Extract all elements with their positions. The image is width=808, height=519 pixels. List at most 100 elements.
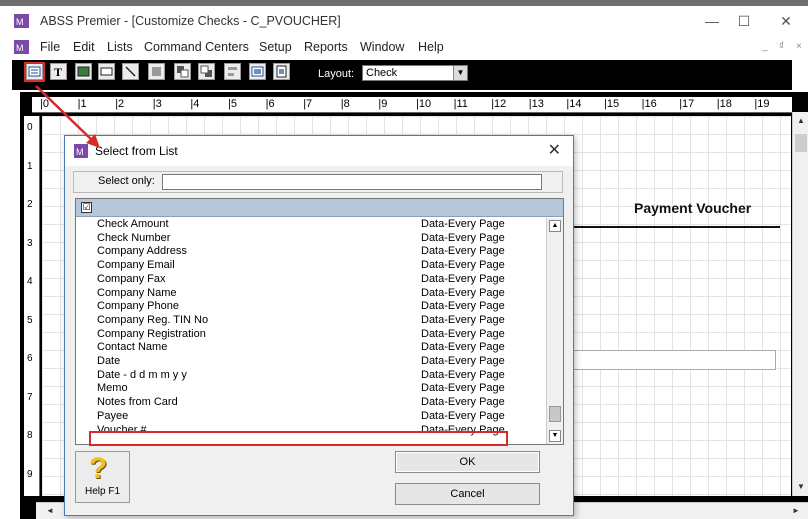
list-item-name: Company Fax (97, 272, 166, 285)
menu-bar: M File Edit Lists Command Centers Setup … (0, 36, 808, 58)
ok-button[interactable]: OK (395, 451, 540, 473)
layout-select[interactable]: Check ▼ (362, 65, 468, 81)
title-bar: M ABSS Premier - [Customize Checks - C_P… (0, 6, 808, 36)
help-button[interactable]: ? Help F1 (75, 451, 130, 503)
select-list-highlight (24, 62, 45, 82)
list-item[interactable]: Memo Data-Every Page (76, 382, 546, 396)
scroll-thumb[interactable] (795, 134, 807, 152)
list-item-type: Data-Every Page (421, 245, 505, 258)
menu-reports[interactable]: Reports (304, 40, 348, 54)
dialog-close-icon[interactable]: ✕ (548, 140, 561, 160)
dialog-title: Select from List (95, 144, 178, 158)
menu-help[interactable]: Help (418, 40, 444, 54)
list-item[interactable]: Contact Name Data-Every Page (76, 341, 546, 355)
ruler-left-label: 1 (27, 160, 33, 172)
list-item[interactable]: Company Name Data-Every Page (76, 287, 546, 301)
list-item-name: Contact Name (97, 341, 168, 354)
heading-underline[interactable] (560, 226, 780, 228)
list-scroll-down-icon[interactable]: ▼ (549, 430, 561, 442)
mdi-close-button[interactable]: × (796, 41, 802, 52)
maximize-button[interactable]: ☐ (724, 10, 764, 32)
list-item[interactable]: Company Email Data-Every Page (76, 259, 546, 273)
dialog-app-icon: M (74, 144, 88, 158)
page-icon[interactable] (273, 63, 290, 80)
line-icon[interactable] (122, 63, 139, 80)
list-item-name: Company Reg. TIN No (97, 313, 209, 326)
select-all-checkbox[interactable]: ☑ (81, 202, 92, 213)
layout-label: Layout: (318, 68, 355, 80)
list-scroll-thumb[interactable] (549, 406, 561, 422)
cancel-button[interactable]: Cancel (395, 483, 540, 505)
menu-edit[interactable]: Edit (73, 40, 95, 54)
form-field-box[interactable] (566, 350, 776, 370)
select-only-input[interactable] (162, 174, 542, 190)
ruler-left-label: 9 (27, 468, 33, 480)
list-item-type: Data-Every Page (421, 259, 505, 272)
close-button[interactable]: ✕ (766, 10, 806, 32)
list-item-name: Company Address (97, 245, 187, 258)
list-item-type: Data-Every Page (421, 341, 505, 354)
list-item[interactable]: Check Number Data-Every Page (76, 232, 546, 246)
menu-lists[interactable]: Lists (107, 40, 133, 54)
grid-icon[interactable] (249, 63, 266, 80)
menu-command-centers[interactable]: Command Centers (144, 40, 249, 54)
ruler-top-label: |4 (190, 98, 200, 110)
ruler-left-label: 0 (27, 122, 33, 133)
list-scroll-up-icon[interactable]: ▲ (549, 220, 561, 232)
picture-icon[interactable] (75, 63, 92, 80)
ruler-top-label: |5 (228, 98, 237, 110)
text-icon[interactable]: T (50, 63, 67, 80)
list-scrollbar[interactable]: ▲ ▼ (546, 218, 563, 444)
mdi-minimize-button[interactable]: _ (762, 41, 768, 52)
mdi-restore-button[interactable]: ₫ (779, 41, 784, 52)
list-item-name: Memo (97, 382, 128, 395)
list-item[interactable]: Company Fax Data-Every Page (76, 273, 546, 287)
list-item[interactable]: Date Data-Every Page (76, 355, 546, 369)
list-item-name: Company Email (97, 259, 175, 272)
chevron-down-icon[interactable]: ▼ (453, 66, 467, 80)
select-from-list-dialog: M Select from List ✕ Select only: ☑ Chec… (64, 135, 574, 516)
list-item-type: Data-Every Page (421, 272, 505, 285)
field-list: ☑ Check Amount Data-Every Page Check Numbe… (75, 198, 564, 445)
svg-text:M: M (16, 43, 24, 53)
ruler-top-label: |8 (340, 98, 350, 110)
list-item[interactable]: Date - d d m m y y Data-Every Page (76, 369, 546, 383)
ruler-top: |0 |1 |2 |3 |4 |5 |6 |7 |8 |9 |10 |11 |12 |13 |14 |15 |1… (32, 97, 792, 113)
scroll-down-icon[interactable]: ▼ (797, 482, 805, 491)
bring-forward-icon[interactable] (174, 63, 191, 80)
layout-value: Check (366, 67, 398, 79)
scroll-up-icon[interactable]: ▲ (797, 116, 805, 125)
align-icon[interactable] (224, 63, 241, 80)
list-item[interactable]: Notes from Card Data-Every Page (76, 396, 546, 410)
field-icon[interactable] (148, 63, 165, 80)
scroll-left-icon[interactable]: ◄ (46, 506, 54, 515)
rectangle-icon[interactable] (98, 63, 115, 80)
app-icon: M (14, 14, 29, 28)
list-item[interactable]: Company Address Data-Every Page (76, 245, 546, 259)
menu-file[interactable]: File (40, 40, 60, 54)
ruler-top-label: |10 (416, 98, 432, 110)
menu-window[interactable]: Window (360, 40, 404, 54)
ruler-top-label: |1 (77, 98, 87, 110)
payment-voucher-heading[interactable]: Payment Voucher (634, 200, 751, 216)
document-icon[interactable]: M (14, 40, 29, 54)
list-item[interactable]: Company Reg. TIN No Data-Every Page (76, 314, 546, 328)
send-backward-icon[interactable] (198, 63, 215, 80)
list-item[interactable]: Company Phone Data-Every Page (76, 300, 546, 314)
list-item-type: Data-Every Page (421, 409, 505, 422)
list-item[interactable]: Company Registration Data-Every Page (76, 328, 546, 342)
ruler-top-label: |19 (754, 98, 770, 110)
list-item[interactable]: Check Amount Data-Every Page (76, 218, 546, 232)
vertical-scrollbar[interactable]: ▲ ▼ (792, 112, 808, 496)
list-item[interactable]: Payee Data-Every Page (76, 410, 546, 424)
menu-setup[interactable]: Setup (259, 40, 292, 54)
list-item-name: Payee (97, 409, 129, 422)
help-label: Help F1 (84, 486, 120, 497)
svg-text:T: T (54, 65, 62, 79)
scroll-right-icon[interactable]: ► (792, 506, 800, 515)
ruler-top-label: |3 (152, 98, 162, 110)
list-header: ☑ (76, 199, 563, 217)
select-only-group: Select only: (73, 171, 563, 193)
ruler-top-label: |6 (265, 98, 275, 110)
ruler-left-label: 6 (27, 353, 33, 364)
